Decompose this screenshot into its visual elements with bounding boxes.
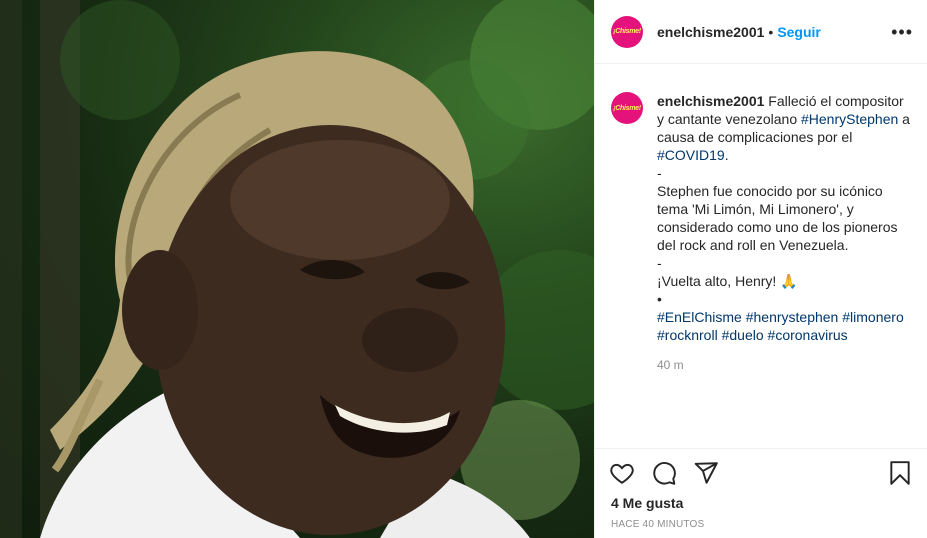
avatar-logo-text: ¡Chisme! bbox=[613, 104, 641, 112]
send-icon[interactable] bbox=[693, 460, 719, 486]
avatar-logo-text: ¡Chisme! bbox=[613, 28, 641, 35]
post-sidebar: ¡Chisme! enelchisme2001 • Seguir ••• ¡Ch… bbox=[594, 0, 927, 538]
caption-avatar[interactable]: ¡Chisme! bbox=[611, 92, 643, 124]
more-options-icon[interactable]: ••• bbox=[891, 22, 913, 43]
account-avatar[interactable]: ¡Chisme! bbox=[611, 15, 643, 48]
bookmark-icon[interactable] bbox=[887, 460, 913, 486]
post-photo[interactable] bbox=[0, 0, 594, 538]
caption-body: enelchisme2001 Falleció el compositor y … bbox=[657, 92, 911, 374]
hashtag[interactable]: #limonero bbox=[842, 309, 903, 325]
caption-username[interactable]: enelchisme2001 bbox=[657, 93, 764, 109]
hashtag-list: #EnElChisme #henrystephen #limonero #roc… bbox=[657, 308, 911, 344]
instagram-post: ¡Chisme! enelchisme2001 • Seguir ••• ¡Ch… bbox=[0, 0, 927, 538]
hashtag[interactable]: #duelo bbox=[722, 327, 764, 343]
post-timestamp[interactable]: HACE 40 MINUTOS bbox=[611, 519, 704, 530]
likes-count[interactable]: 4 Me gusta bbox=[611, 495, 683, 511]
heart-icon[interactable] bbox=[609, 460, 635, 486]
caption-relative-time: 40 m bbox=[657, 358, 684, 372]
action-bar bbox=[595, 448, 927, 497]
hashtag[interactable]: #EnElChisme bbox=[657, 309, 742, 325]
follow-button[interactable]: Seguir bbox=[777, 24, 821, 40]
separator-dot: • bbox=[768, 23, 774, 40]
hashtag[interactable]: #coronavirus bbox=[768, 327, 848, 343]
hashtag-covid19[interactable]: #COVID19 bbox=[657, 147, 725, 163]
hashtag-henrystephen[interactable]: #HenryStephen bbox=[801, 111, 898, 127]
post-caption: ¡Chisme! enelchisme2001 Falleció el comp… bbox=[611, 92, 911, 374]
hashtag[interactable]: #rocknroll bbox=[657, 327, 718, 343]
caption-text: enelchisme2001 Falleció el compositor y … bbox=[657, 92, 911, 308]
comment-icon[interactable] bbox=[651, 460, 677, 486]
portrait-illustration bbox=[0, 0, 594, 538]
post-header: ¡Chisme! enelchisme2001 • Seguir ••• bbox=[595, 0, 927, 64]
header-username[interactable]: enelchisme2001 bbox=[657, 24, 764, 40]
caption-text-3: . - Stephen fue conocido por su icónico … bbox=[657, 147, 898, 307]
hashtag[interactable]: #henrystephen bbox=[746, 309, 839, 325]
